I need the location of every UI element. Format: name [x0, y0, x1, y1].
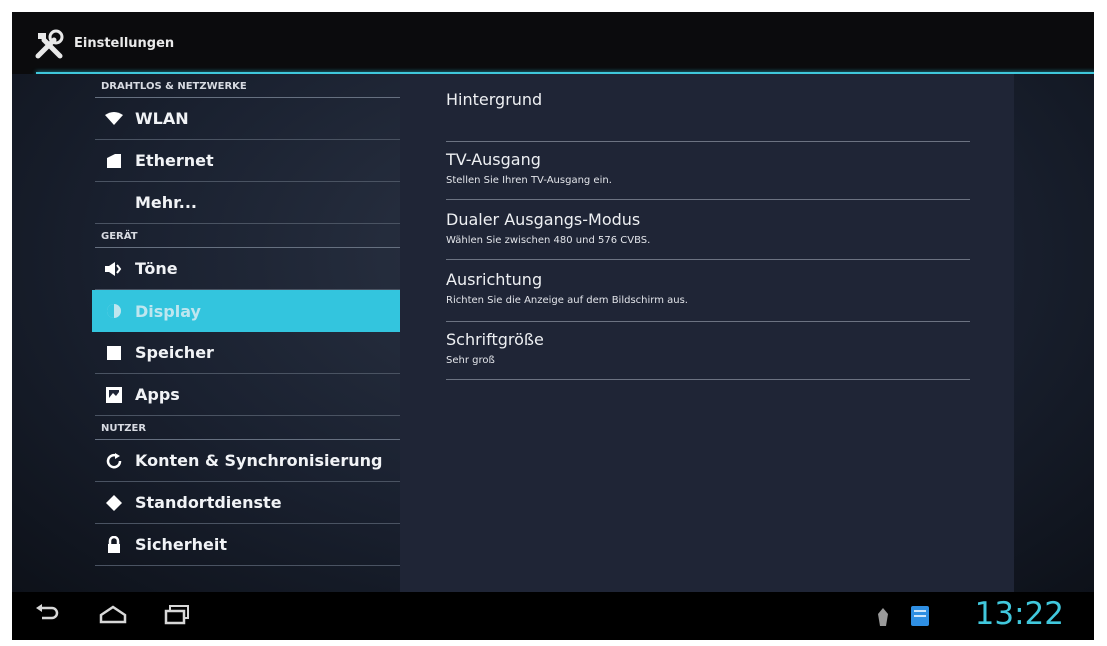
sidebar-item-label: Apps: [135, 385, 180, 404]
recent-apps-icon[interactable]: [164, 604, 190, 630]
sidebar-item-label: Sicherheit: [135, 535, 227, 554]
status-clock: 13:22: [974, 596, 1064, 632]
android-screen: Einstellungen DRAHTLOS & NETZWERKE WLAN …: [12, 12, 1094, 640]
sidebar-item-label: Speicher: [135, 343, 214, 362]
pref-title: TV-Ausgang: [446, 150, 541, 169]
sidebar-item-wlan[interactable]: WLAN: [95, 98, 400, 140]
sidebar-item-accounts[interactable]: Konten & Synchronisierung: [95, 440, 400, 482]
wifi-icon: [103, 108, 125, 130]
sidebar-item-label: Ethernet: [135, 151, 214, 170]
pref-title: Hintergrund: [446, 90, 543, 109]
speaker-icon: [103, 258, 125, 280]
pref-wallpaper[interactable]: Hintergrund: [446, 74, 970, 142]
pref-font-size[interactable]: Schriftgröße Sehr groß: [446, 322, 970, 380]
settings-sidebar: DRAHTLOS & NETZWERKE WLAN Ethernet Mehr.…: [92, 74, 400, 592]
sidebar-item-label: Konten & Synchronisierung: [135, 451, 383, 470]
pref-orientation[interactable]: Ausrichtung Richten Sie die Anzeige auf …: [446, 260, 970, 322]
apps-icon: [103, 384, 125, 406]
notification-icon[interactable]: [910, 604, 930, 632]
sidebar-item-label: Töne: [135, 259, 178, 278]
debug-icon: [874, 606, 892, 632]
settings-tools-icon[interactable]: [32, 28, 66, 62]
pref-tv-output[interactable]: TV-Ausgang Stellen Sie Ihren TV-Ausgang …: [446, 142, 970, 200]
pref-summary: Sehr groß: [446, 355, 495, 366]
sidebar-item-sound[interactable]: Töne: [95, 248, 400, 290]
storage-icon: [103, 342, 125, 364]
pref-summary: Wählen Sie zwischen 480 und 576 CVBS.: [446, 235, 651, 246]
section-header-device: GERÄT: [95, 224, 400, 248]
ethernet-icon: [103, 150, 125, 172]
sync-icon: [103, 450, 125, 472]
sidebar-item-label: Mehr...: [135, 193, 198, 212]
pref-summary: Richten Sie die Anzeige auf dem Bildschi…: [446, 295, 688, 306]
sidebar-item-more[interactable]: Mehr...: [95, 182, 400, 224]
home-icon[interactable]: [98, 604, 128, 630]
action-bar: Einstellungen: [12, 12, 1094, 74]
section-header-user: NUTZER: [95, 416, 400, 440]
pref-dual-output-mode[interactable]: Dualer Ausgangs-Modus Wählen Sie zwische…: [446, 200, 970, 260]
sidebar-item-label: Display: [135, 301, 201, 321]
location-icon: [103, 492, 125, 514]
settings-content: DRAHTLOS & NETZWERKE WLAN Ethernet Mehr.…: [12, 74, 1094, 592]
sidebar-item-ethernet[interactable]: Ethernet: [95, 140, 400, 182]
pref-title: Dualer Ausgangs-Modus: [446, 210, 641, 229]
sidebar-item-location[interactable]: Standortdienste: [95, 482, 400, 524]
sidebar-item-apps[interactable]: Apps: [95, 374, 400, 416]
page-title: Einstellungen: [74, 36, 175, 51]
pref-summary: Stellen Sie Ihren TV-Ausgang ein.: [446, 175, 612, 186]
sidebar-item-display[interactable]: Display: [92, 290, 400, 332]
display-settings-pane: Hintergrund TV-Ausgang Stellen Sie Ihren…: [400, 74, 1014, 592]
pref-title: Ausrichtung: [446, 270, 543, 289]
back-icon[interactable]: [34, 604, 60, 628]
system-navigation-bar: 13:22: [12, 592, 1094, 640]
sidebar-item-security[interactable]: Sicherheit: [95, 524, 400, 566]
pref-title: Schriftgröße: [446, 330, 544, 349]
brightness-icon: [103, 300, 125, 322]
sidebar-item-label: Standortdienste: [135, 493, 282, 512]
sidebar-item-label: WLAN: [135, 109, 189, 128]
lock-icon: [103, 534, 125, 556]
section-header-wireless: DRAHTLOS & NETZWERKE: [95, 74, 400, 98]
sidebar-item-storage[interactable]: Speicher: [95, 332, 400, 374]
